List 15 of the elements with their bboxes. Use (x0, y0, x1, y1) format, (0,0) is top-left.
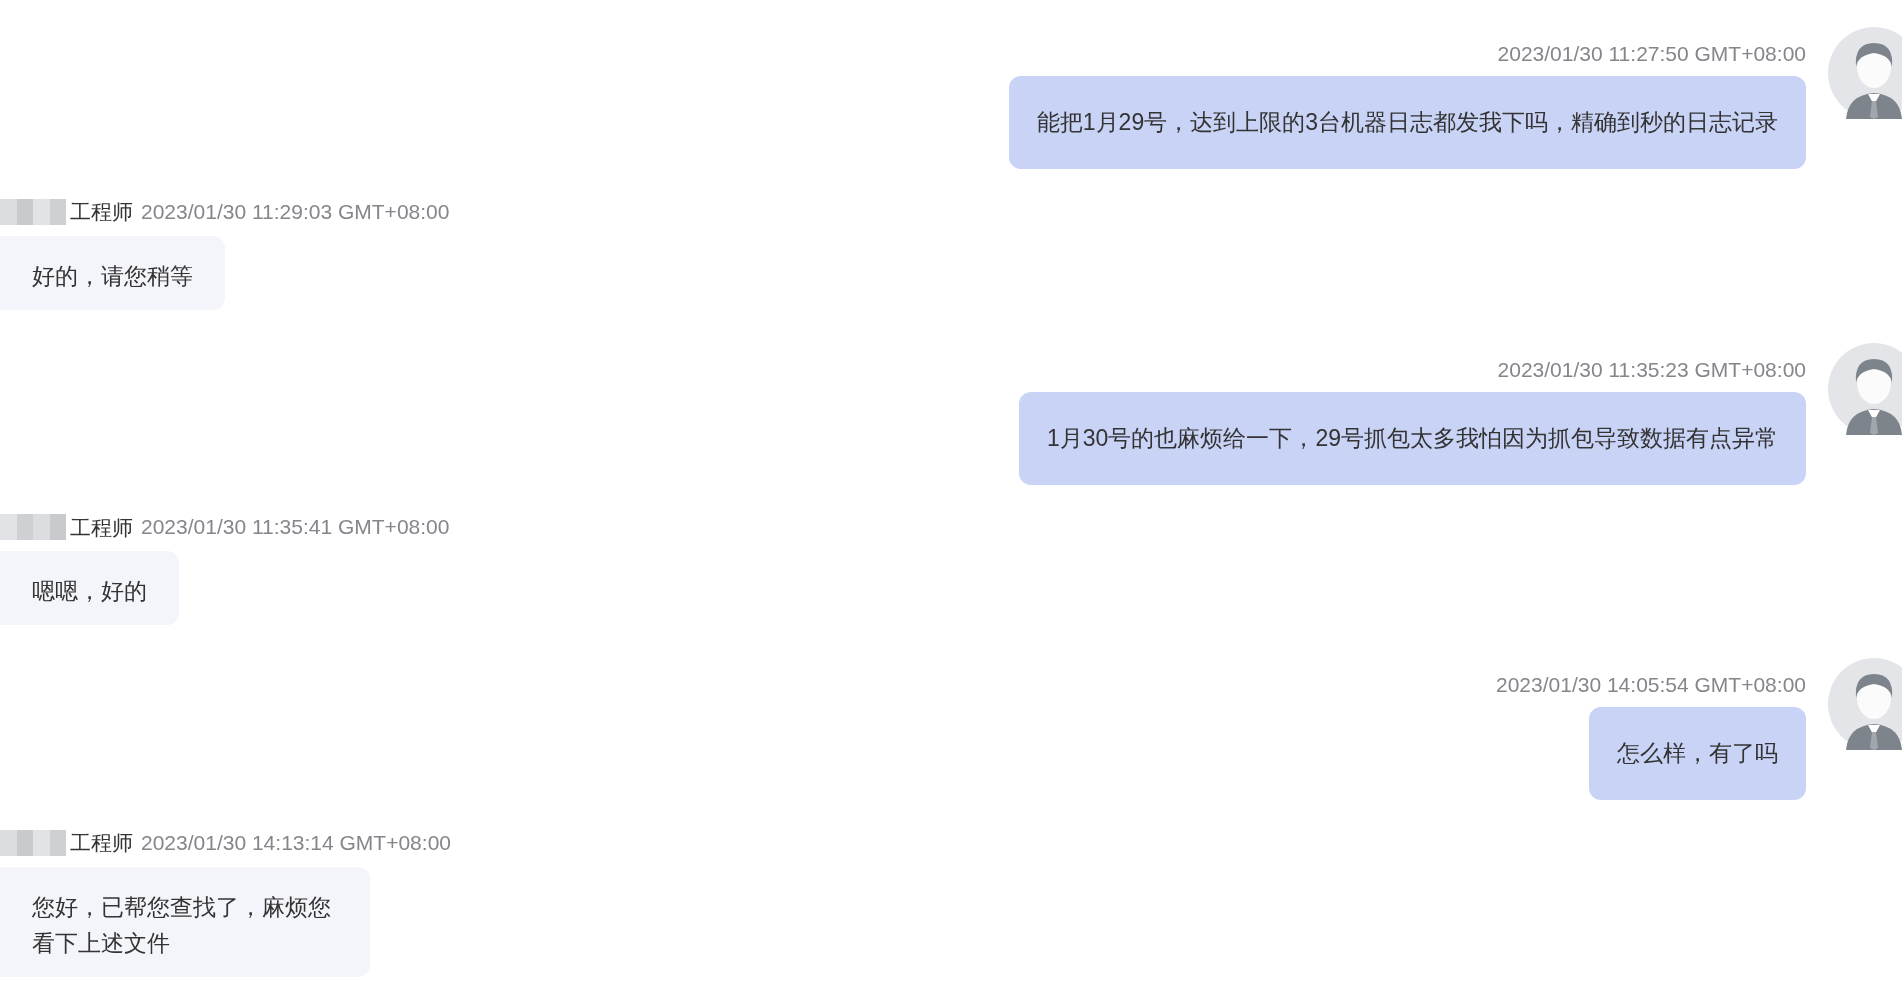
timestamp: 2023/01/30 14:13:14 GMT+08:00 (141, 829, 451, 856)
timestamp: 2023/01/30 11:35:23 GMT+08:00 (1497, 356, 1806, 383)
message-bubble: 您好，已帮您查找了，麻烦您看下上述文件 (0, 866, 370, 977)
timestamp: 2023/01/30 11:27:50 GMT+08:00 (1497, 41, 1806, 67)
sender-name: 工程师 (70, 830, 133, 856)
message-bubble: 1月30号的也麻烦给一下，29号抓包太多我怕因为抓包导致数据有点异常 (1019, 391, 1806, 485)
sender-name: 工程师 (70, 514, 133, 541)
sender-name: 工程师 (70, 199, 133, 225)
timestamp: 2023/01/30 11:29:03 GMT+08:00 (141, 198, 450, 225)
timestamp: 2023/01/30 11:35:41 GMT+08:00 (141, 514, 450, 541)
message-bubble: 能把1月29号，达到上限的3台机器日志都发我下吗，精确到秒的日志记录 (1008, 76, 1806, 169)
message-bubble: 怎么样，有了吗 (1589, 707, 1806, 800)
message-bubble: 好的，请您稍等 (0, 235, 225, 310)
message-bubble: 嗯嗯，好的 (0, 551, 179, 625)
timestamp: 2023/01/30 14:05:54 GMT+08:00 (1496, 672, 1806, 698)
